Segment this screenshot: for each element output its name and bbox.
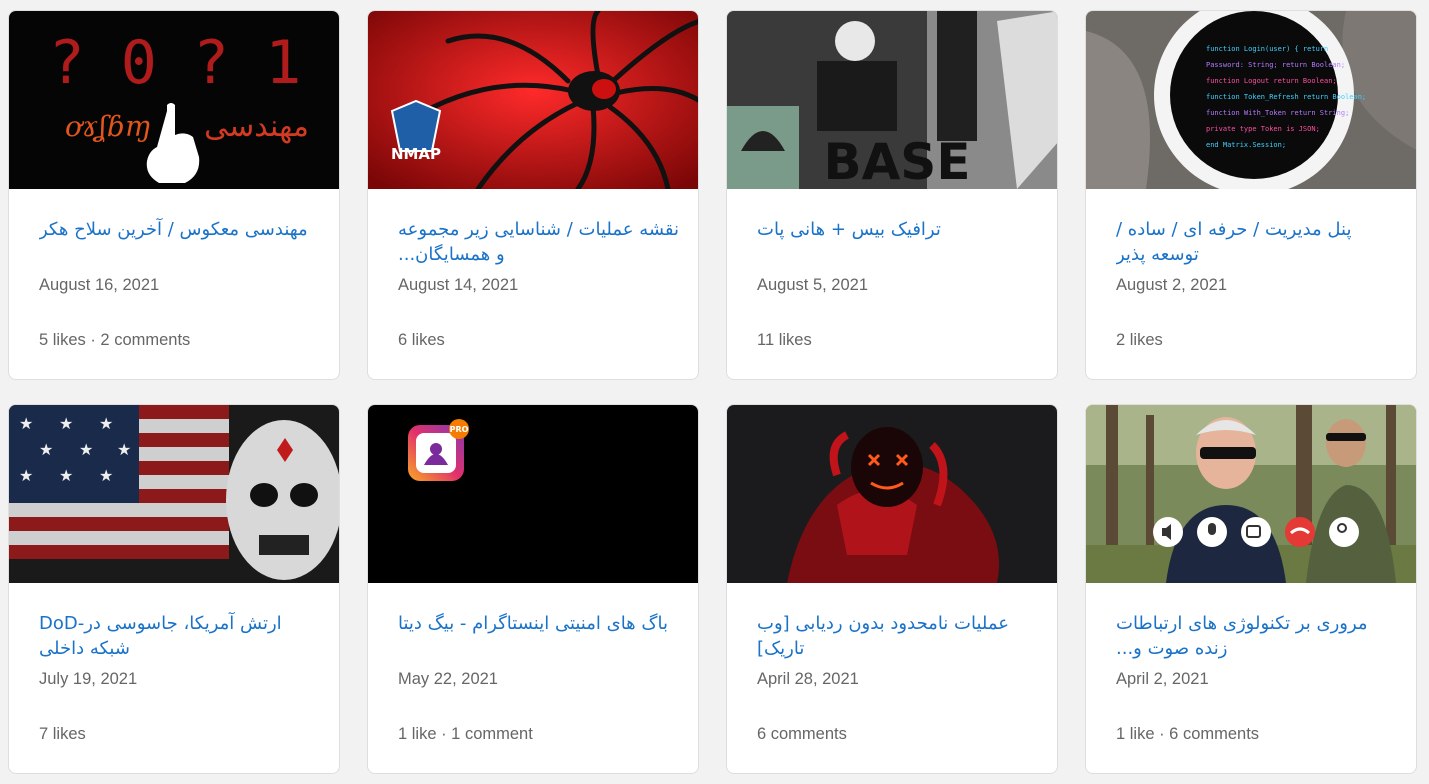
- svg-text:ơɤʆɓɱ: ơɤʆɓɱ: [65, 110, 151, 143]
- svg-text:★: ★: [59, 414, 73, 433]
- dark-web-hooded-figure-image: [727, 405, 1057, 583]
- thumb-text-nmap: NMAP: [391, 145, 441, 163]
- svg-text:private type Token is JSON;: private type Token is JSON;: [1206, 125, 1320, 133]
- post-card[interactable]: عملیات نامحدود بدون ردیابی [وب تاریک] Ap…: [726, 404, 1058, 774]
- post-stats: 2 likes: [1116, 331, 1163, 349]
- post-title[interactable]: ارتش آمریکا، جاسوسی در-DoD شبکه داخلی: [39, 611, 321, 661]
- svg-text:★: ★: [59, 466, 73, 485]
- post-card[interactable]: NMAP نقشه عملیات / شناسایی زیر مجموعه و …: [367, 10, 699, 380]
- post-date: July 19, 2021: [39, 670, 138, 688]
- post-title[interactable]: باگ های امنیتی اینستاگرام - بیگ دیتا: [398, 611, 680, 636]
- post-grid: ? 0 ? 1 ơɤʆɓɱ مهندسی مهندسی معکوس / آخری…: [0, 0, 1429, 784]
- thumb-text-base: BASE: [824, 133, 971, 189]
- reverse-engineering-image: ? 0 ? 1 ơɤʆɓɱ مهندسی: [9, 11, 339, 189]
- post-card[interactable]: مروری بر تکنولوژی های ارتباطات زنده صوت …: [1085, 404, 1417, 774]
- spider-image: NMAP: [368, 11, 698, 189]
- svg-text:★: ★: [39, 440, 53, 459]
- post-title[interactable]: مروری بر تکنولوژی های ارتباطات زنده صوت …: [1116, 611, 1398, 661]
- post-stats: 1 like · 6 comments: [1116, 725, 1260, 743]
- svg-text:end Matrix.Session;: end Matrix.Session;: [1206, 141, 1286, 149]
- svg-text:function Logout return Boolean: function Logout return Boolean;: [1206, 77, 1337, 85]
- svg-text:★: ★: [99, 466, 113, 485]
- svg-text:function With_Token return Str: function With_Token return String;: [1206, 109, 1349, 117]
- post-card[interactable]: BASE ترافیک بیس + هانی پات August 5, 202…: [726, 10, 1058, 380]
- post-stats: 6 likes: [398, 331, 445, 349]
- post-title[interactable]: پنل مدیریت / حرفه ای / ساده / توسعه پذیر: [1116, 217, 1398, 267]
- video-icon: [1241, 517, 1271, 547]
- post-date: August 2, 2021: [1116, 276, 1228, 294]
- post-card[interactable]: function Login(user) { return Password: …: [1085, 10, 1417, 380]
- thumb-text-year: ? 0 ? 1: [49, 28, 302, 98]
- post-title[interactable]: ترافیک بیس + هانی پات: [757, 217, 1039, 242]
- post-title[interactable]: عملیات نامحدود بدون ردیابی [وب تاریک]: [757, 611, 1039, 661]
- post-thumbnail[interactable]: [727, 405, 1057, 583]
- post-thumbnail[interactable]: ? 0 ? 1 ơɤʆɓɱ مهندسی: [9, 11, 339, 189]
- thumb-text-pro: PRO: [450, 425, 469, 434]
- instagram-spy-image: PRO: [368, 405, 698, 583]
- svg-text:★: ★: [79, 440, 93, 459]
- post-stats: 1 like · 1 comment: [398, 725, 533, 743]
- post-stats: 7 likes: [39, 725, 86, 743]
- post-stats: 11 likes: [757, 331, 812, 349]
- post-title[interactable]: مهندسی معکوس / آخرین سلاح هکر: [39, 217, 321, 242]
- svg-text:★: ★: [19, 466, 33, 485]
- post-thumbnail[interactable]: PRO: [368, 405, 698, 583]
- post-date: May 22, 2021: [398, 670, 498, 688]
- post-date: April 28, 2021: [757, 670, 859, 688]
- post-thumbnail[interactable]: function Login(user) { return Password: …: [1086, 11, 1416, 189]
- post-thumbnail[interactable]: ★ ★ ★ ★ ★ ★ ★ ★ ★: [9, 405, 339, 583]
- traffic-honeypot-image: BASE: [727, 11, 1057, 189]
- admin-panel-code-image: function Login(user) { return Password: …: [1086, 11, 1416, 189]
- video-call-image: [1086, 405, 1416, 583]
- post-card[interactable]: ★ ★ ★ ★ ★ ★ ★ ★ ★ ارتش آمریکا، جاسوسی در-DoD ش…: [8, 404, 340, 774]
- svg-text:★: ★: [19, 414, 33, 433]
- svg-text:Password: String; return Boole: Password: String; return Boolean;: [1206, 61, 1345, 69]
- post-date: August 5, 2021: [757, 276, 869, 294]
- thumb-text-word: مهندسی: [204, 109, 309, 144]
- post-thumbnail[interactable]: NMAP: [368, 11, 698, 189]
- post-card[interactable]: ? 0 ? 1 ơɤʆɓɱ مهندسی مهندسی معکوس / آخری…: [8, 10, 340, 380]
- post-thumbnail[interactable]: BASE: [727, 11, 1057, 189]
- svg-text:function Login(user) { return: function Login(user) { return: [1206, 45, 1328, 53]
- post-date: August 16, 2021: [39, 276, 160, 294]
- post-thumbnail[interactable]: [1086, 405, 1416, 583]
- post-stats: 5 likes · 2 comments: [39, 331, 191, 349]
- post-date: April 2, 2021: [1116, 670, 1209, 688]
- svg-text:function Token_Refresh return: function Token_Refresh return Boolean;: [1206, 93, 1366, 101]
- post-card[interactable]: PRO باگ های امنیتی اینستاگرام - بیگ دیتا…: [367, 404, 699, 774]
- us-flag-skull-image: ★ ★ ★ ★ ★ ★ ★ ★ ★: [9, 405, 339, 583]
- post-title[interactable]: نقشه عملیات / شناسایی زیر مجموعه و همسای…: [398, 217, 680, 267]
- post-stats: 6 comments: [757, 725, 847, 743]
- post-date: August 14, 2021: [398, 276, 519, 294]
- svg-text:★: ★: [99, 414, 113, 433]
- svg-text:★: ★: [117, 440, 131, 459]
- hang-up-icon: [1285, 517, 1315, 547]
